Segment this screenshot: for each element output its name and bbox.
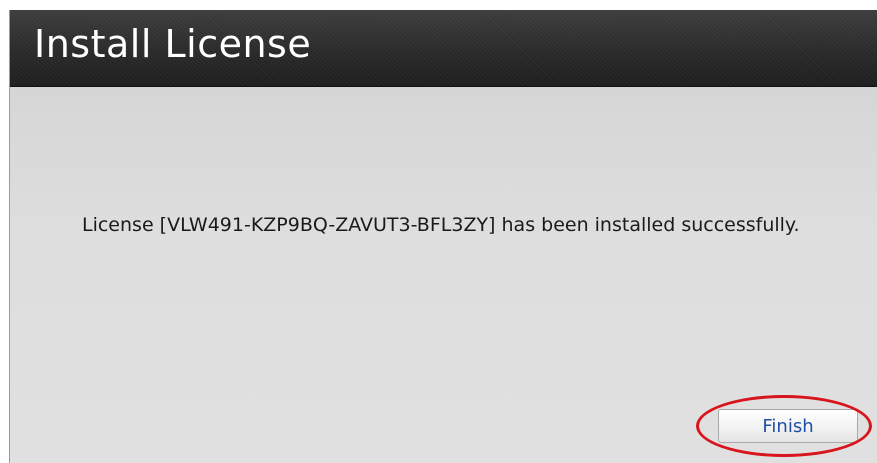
dialog-title-bar: Install License [10, 10, 877, 87]
install-license-dialog: Install License License [VLW491-KZP9BQ-Z… [9, 10, 877, 463]
finish-button[interactable]: Finish [718, 409, 858, 443]
dialog-body: License [VLW491-KZP9BQ-ZAVUT3-BFL3ZY] ha… [10, 87, 877, 463]
dialog-title: Install License [34, 22, 312, 66]
success-message: License [VLW491-KZP9BQ-ZAVUT3-BFL3ZY] ha… [82, 214, 800, 236]
